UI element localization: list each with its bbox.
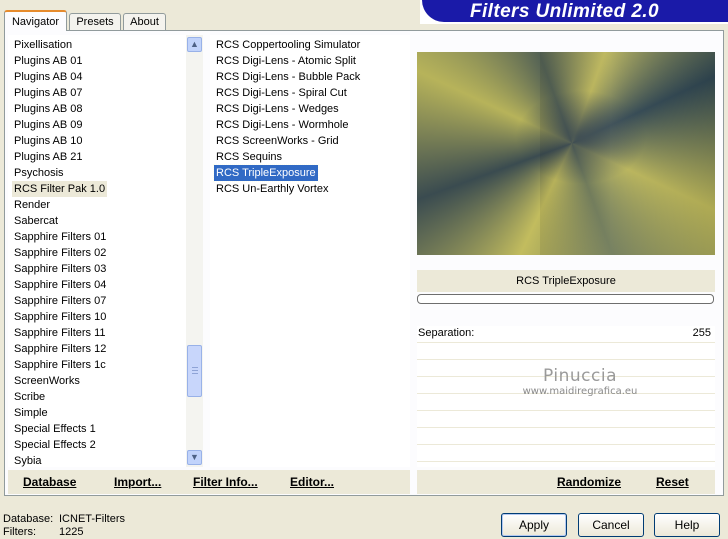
right-action-bar: Randomize Reset (417, 470, 715, 494)
left-action-bar: Database Import... Filter Info... Editor… (8, 470, 410, 494)
chevron-up-icon[interactable]: ▲ (187, 37, 202, 52)
category-item[interactable]: Special Effects 1 (12, 421, 98, 437)
tab-about[interactable]: About (123, 13, 166, 30)
category-item[interactable]: Plugins AB 09 (12, 117, 85, 133)
filters-count: 1225 (59, 526, 84, 538)
filter-item[interactable]: RCS Un-Earthly Vortex (214, 181, 330, 197)
category-item[interactable]: Simple (12, 405, 50, 421)
scrollbar-thumb[interactable] (187, 345, 202, 397)
app-title: Filters Unlimited 2.0 (470, 1, 659, 22)
preview-overlay (610, 52, 715, 255)
database-label: Database: (3, 513, 54, 525)
category-item[interactable]: Sapphire Filters 03 (12, 261, 108, 277)
tab-navigator[interactable]: Navigator (4, 10, 67, 31)
database-button[interactable]: Database (23, 470, 76, 494)
category-item[interactable]: Sybia (12, 453, 44, 467)
category-scrollbar[interactable]: ▲ ▼ (186, 35, 203, 467)
category-item[interactable]: Psychosis (12, 165, 66, 181)
category-item[interactable]: Plugins AB 01 (12, 53, 85, 69)
category-item[interactable]: Plugins AB 04 (12, 69, 85, 85)
category-item[interactable]: Special Effects 2 (12, 437, 98, 453)
filter-item[interactable]: RCS TripleExposure (213, 164, 319, 182)
filter-item[interactable]: RCS Coppertooling Simulator (214, 37, 362, 53)
category-item[interactable]: Sabercat (12, 213, 60, 229)
grip-line (192, 373, 198, 374)
apply-button[interactable]: Apply (501, 513, 567, 537)
filter-item[interactable]: RCS Digi-Lens - Spiral Cut (214, 85, 349, 101)
category-item[interactable]: Scribe (12, 389, 47, 405)
category-item[interactable]: Sapphire Filters 10 (12, 309, 108, 325)
slider-separation[interactable]: Separation: 255 (417, 326, 715, 343)
param-label: Separation: (418, 327, 475, 339)
param-row-empty (417, 411, 715, 428)
param-row-empty (417, 428, 715, 445)
filter-item[interactable]: RCS Digi-Lens - Bubble Pack (214, 69, 362, 85)
filter-info-button[interactable]: Filter Info... (193, 470, 258, 494)
randomize-button[interactable]: Randomize (557, 470, 621, 494)
param-row-empty (417, 343, 715, 360)
param-value: 255 (692, 327, 711, 339)
category-item[interactable]: Plugins AB 08 (12, 101, 85, 117)
param-row-empty (417, 445, 715, 462)
filter-item[interactable]: RCS ScreenWorks - Grid (214, 133, 341, 149)
watermark-url: www.maidiregrafica.eu (522, 386, 638, 397)
help-button[interactable]: Help (654, 513, 720, 537)
reset-button[interactable]: Reset (656, 470, 689, 494)
filter-item[interactable]: RCS Digi-Lens - Wedges (214, 101, 341, 117)
category-item[interactable]: Sapphire Filters 01 (12, 229, 108, 245)
grip-line (192, 367, 198, 368)
import-button[interactable]: Import... (114, 470, 161, 494)
grip-line (192, 370, 198, 371)
category-list[interactable]: Pixellisation Plugins AB 01 Plugins AB 04 P… (8, 35, 186, 467)
tab-presets[interactable]: Presets (69, 13, 121, 30)
category-item[interactable]: Pixellisation (12, 37, 74, 53)
category-item[interactable]: Sapphire Filters 04 (12, 277, 108, 293)
category-item[interactable]: Sapphire Filters 11 (12, 325, 108, 341)
filter-item[interactable]: RCS Digi-Lens - Atomic Split (214, 53, 358, 69)
category-item[interactable]: Plugins AB 07 (12, 85, 85, 101)
editor-button[interactable]: Editor... (290, 470, 334, 494)
category-item[interactable]: Plugins AB 21 (12, 149, 85, 165)
category-item[interactable]: ScreenWorks (12, 373, 82, 389)
preview-overlay (540, 52, 610, 255)
database-value: ICNET-Filters (59, 513, 125, 525)
chevron-down-icon[interactable]: ▼ (187, 450, 202, 465)
category-item[interactable]: Plugins AB 10 (12, 133, 85, 149)
selected-filter-title: RCS TripleExposure (417, 270, 715, 292)
progress-bar (417, 294, 714, 304)
category-item[interactable]: Sapphire Filters 1c (12, 357, 108, 373)
filter-item[interactable]: RCS Digi-Lens - Wormhole (214, 117, 350, 133)
filter-list[interactable]: RCS Coppertooling Simulator RCS Digi-Lens… (210, 35, 410, 467)
watermark: Pinuccia www.maidiregrafica.eu (515, 366, 645, 397)
category-item[interactable]: Sapphire Filters 02 (12, 245, 108, 261)
category-item[interactable]: Sapphire Filters 07 (12, 293, 108, 309)
filter-item[interactable]: RCS Sequins (214, 149, 284, 165)
watermark-name: Pinuccia (543, 366, 617, 386)
category-item[interactable]: RCS Filter Pak 1.0 (12, 181, 108, 197)
category-item[interactable]: Sapphire Filters 12 (12, 341, 108, 357)
filters-label: Filters: (3, 526, 36, 538)
cancel-button[interactable]: Cancel (578, 513, 644, 537)
category-item[interactable]: Render (12, 197, 52, 213)
